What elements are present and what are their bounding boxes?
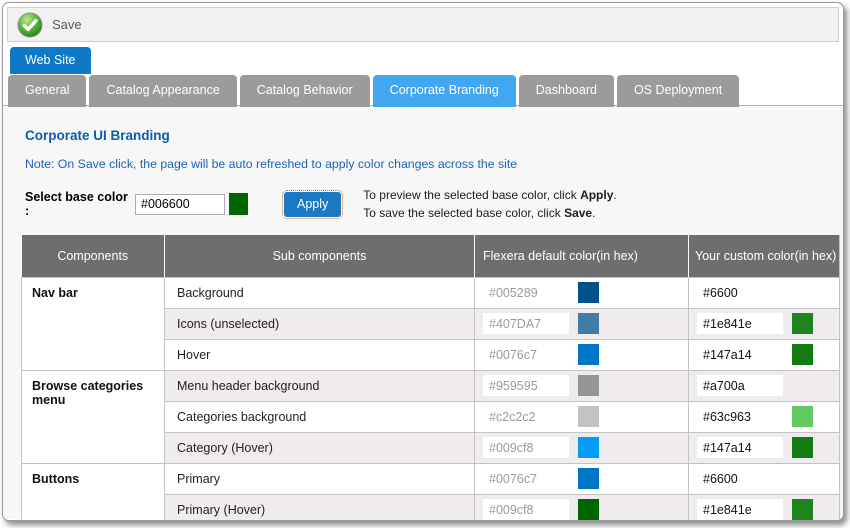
default-color-swatch [578, 282, 599, 303]
custom-color-swatch [792, 437, 813, 458]
tab-catalog-behavior[interactable]: Catalog Behavior [240, 75, 370, 107]
table-header-row: Components Sub components Flexera defaul… [22, 235, 840, 277]
save-check-icon[interactable] [17, 12, 43, 38]
page-title: Corporate UI Branding [21, 106, 843, 143]
tab-os-deployment[interactable]: OS Deployment [617, 75, 739, 107]
note-text: Note: On Save click, the page will be au… [21, 143, 843, 171]
tab-web-site[interactable]: Web Site [10, 47, 91, 74]
header-default-color: Flexera default color(in hex) [475, 235, 689, 277]
default-color-swatch [578, 375, 599, 396]
tab-catalog-appearance[interactable]: Catalog Appearance [89, 75, 236, 107]
branding-table-body: Nav barBackgroundIcons (unselected)Hover… [22, 277, 840, 521]
default-color-swatch [578, 468, 599, 489]
default-color-input [483, 437, 569, 458]
default-color-input [483, 406, 569, 427]
default-color-swatch [578, 344, 599, 365]
custom-color-swatch [792, 313, 813, 334]
toolbar: Save [7, 7, 839, 42]
default-color-input [483, 375, 569, 396]
hint-text: To preview the selected base color, clic… [363, 186, 616, 222]
tab-corporate-branding[interactable]: Corporate Branding [373, 75, 516, 107]
subcomponent-cell: Icons (unselected) [165, 308, 475, 339]
tab-dashboard[interactable]: Dashboard [519, 75, 614, 107]
component-cell: Browse categories menu [22, 370, 165, 463]
custom-color-input[interactable] [697, 468, 783, 489]
header-components: Components [22, 235, 165, 277]
tab-general[interactable]: General [8, 75, 86, 107]
site-tab-row: Web Site [3, 47, 843, 75]
custom-color-input[interactable] [697, 437, 783, 458]
default-color-input [483, 344, 569, 365]
default-color-swatch [578, 437, 599, 458]
custom-color-input[interactable] [697, 313, 783, 334]
base-color-swatch [229, 193, 248, 215]
subcomponent-cell: Primary (Hover) [165, 494, 475, 521]
apply-button[interactable]: Apply [284, 192, 341, 217]
subcomponent-cell: Categories background [165, 401, 475, 432]
default-color-swatch [578, 406, 599, 427]
base-color-input[interactable] [135, 194, 225, 215]
hint-line-save: To save the selected base color, click S… [363, 204, 616, 222]
subcomponent-cell: Primary [165, 463, 475, 494]
default-color-input [483, 499, 569, 520]
custom-color-swatch [792, 406, 813, 427]
subcomponent-cell: Background [165, 277, 475, 308]
table-row: Browse categories menuMenu header backgr… [22, 370, 840, 401]
default-color-input [483, 468, 569, 489]
custom-color-swatch [792, 499, 813, 520]
custom-color-input[interactable] [697, 499, 783, 520]
subcomponent-cell: Menu header background [165, 370, 475, 401]
component-cell: Buttons [22, 463, 165, 521]
table-row: ButtonsPrimary [22, 463, 840, 494]
default-color-swatch [578, 313, 599, 334]
default-color-swatch [578, 499, 599, 520]
custom-color-input[interactable] [697, 406, 783, 427]
table-row: Nav barBackground [22, 277, 840, 308]
base-color-label: Select base color : [25, 190, 135, 218]
custom-color-input[interactable] [697, 344, 783, 365]
subcomponent-cell: Category (Hover) [165, 432, 475, 463]
custom-color-input[interactable] [697, 375, 783, 396]
corporate-branding-panel: Corporate UI Branding Note: On Save clic… [3, 106, 843, 519]
subcomponent-cell: Hover [165, 339, 475, 370]
component-cell: Nav bar [22, 277, 165, 370]
app-window: Save Web Site GeneralCatalog AppearanceC… [2, 2, 844, 521]
header-custom-color: Your custom color(in hex) [689, 235, 840, 277]
default-color-input [483, 282, 569, 303]
header-sub-components: Sub components [165, 235, 475, 277]
hint-line-preview: To preview the selected base color, clic… [363, 186, 616, 204]
base-color-row: Select base color : Apply To preview the… [25, 186, 843, 222]
custom-color-swatch [792, 344, 813, 365]
save-button[interactable]: Save [52, 17, 82, 32]
default-color-input [483, 313, 569, 334]
branding-table: Components Sub components Flexera defaul… [21, 235, 840, 521]
custom-color-input[interactable] [697, 282, 783, 303]
tab-strip: GeneralCatalog AppearanceCatalog Behavio… [3, 75, 843, 106]
